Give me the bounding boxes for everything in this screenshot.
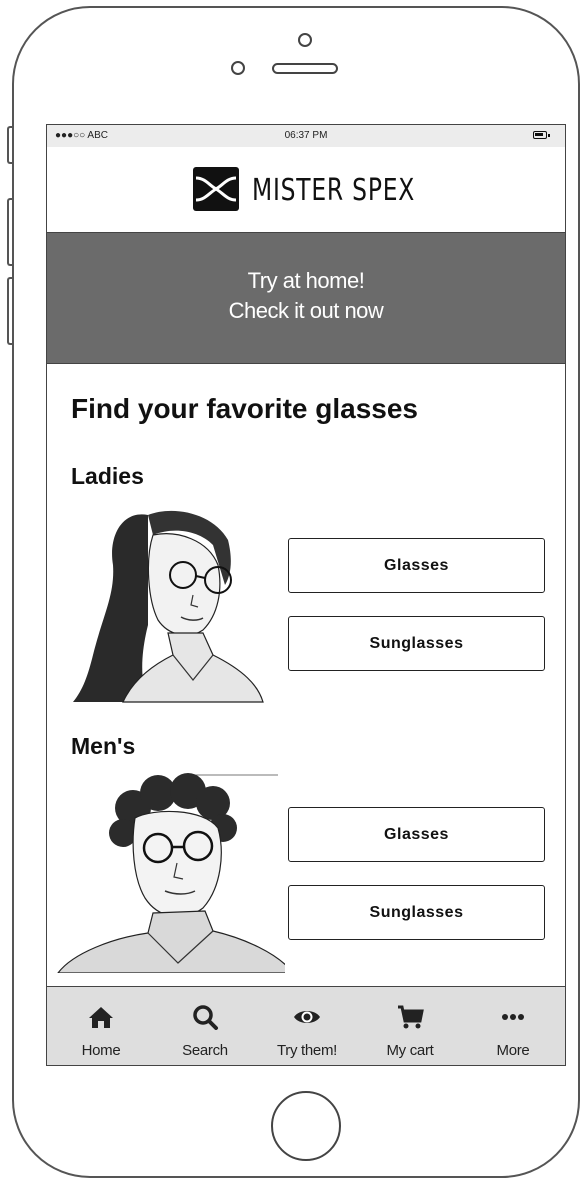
mens-photo [53, 773, 285, 973]
more-icon [502, 1014, 524, 1020]
mens-glasses-button[interactable]: Glasses [288, 807, 545, 862]
tab-label: Try them! [276, 1042, 338, 1059]
proximity-sensor [231, 61, 245, 75]
promo-banner[interactable]: Try at home! Check it out now [47, 232, 565, 364]
tab-my-cart[interactable]: My cart [358, 987, 462, 1065]
tab-label: Home [81, 1042, 121, 1059]
tab-home[interactable]: Home [49, 987, 153, 1065]
tab-label: More [496, 1042, 530, 1059]
ladies-photo [53, 505, 285, 703]
mens-sunglasses-button[interactable]: Sunglasses [288, 885, 545, 940]
bottom-tab-bar: Home Search Try them! My cart More [47, 986, 565, 1065]
banner-line-2: Check it out now [228, 298, 384, 323]
page-title: Find your favorite glasses [71, 393, 418, 424]
status-time: 06:37 PM [284, 130, 328, 141]
ladies-sunglasses-button[interactable]: Sunglasses [288, 616, 545, 671]
status-bar: ●●●○○ ABC 06:37 PM [47, 125, 565, 147]
search-icon [193, 1005, 218, 1030]
brand-name: MISTER SPEX [252, 173, 416, 208]
app-header: MISTER SPEX [47, 147, 565, 233]
tab-try-them[interactable]: Try them! [255, 987, 359, 1065]
battery-icon [533, 131, 550, 139]
tab-label: My cart [386, 1042, 434, 1059]
banner-line-1: Try at home! [247, 268, 365, 293]
mister-spex-logo-icon[interactable] [193, 167, 239, 211]
front-camera [298, 33, 312, 47]
section-title-mens: Men's [71, 733, 136, 759]
cart-icon [398, 1005, 424, 1029]
section-title-ladies: Ladies [71, 463, 144, 489]
screen: ●●●○○ ABC 06:37 PM MISTER SPEX Try at ho… [46, 124, 566, 1066]
home-icon [89, 1007, 113, 1028]
tab-more[interactable]: More [461, 987, 565, 1065]
earpiece-speaker [272, 63, 338, 74]
ladies-glasses-button[interactable]: Glasses [288, 538, 545, 593]
tab-label: Search [182, 1042, 228, 1059]
tab-search[interactable]: Search [153, 987, 257, 1065]
eye-icon [294, 1011, 320, 1023]
home-hardware-button[interactable] [271, 1091, 341, 1161]
